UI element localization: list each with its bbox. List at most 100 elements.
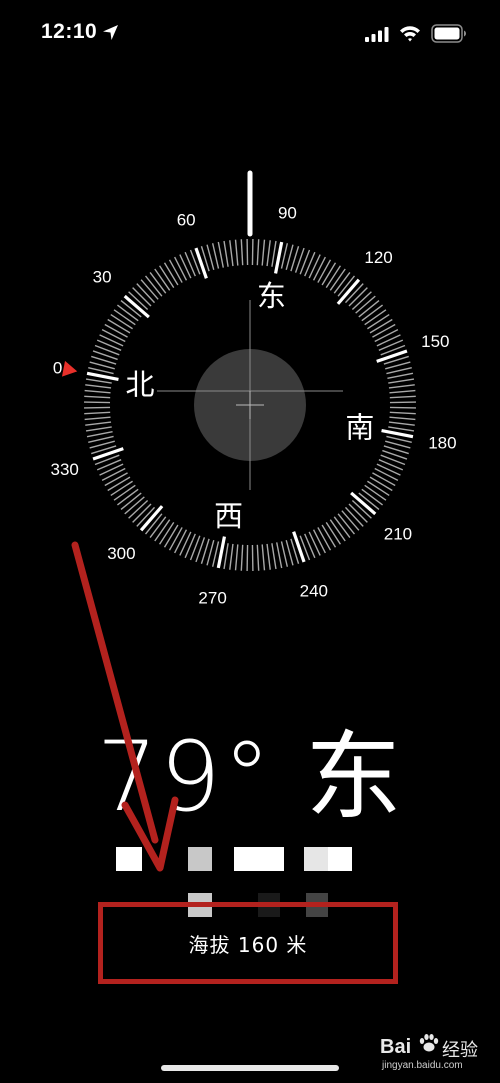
minor-tick <box>386 435 412 444</box>
minor-tick <box>261 544 266 571</box>
minor-tick <box>364 484 387 501</box>
minor-tick <box>304 533 316 559</box>
major-tick <box>381 428 414 439</box>
watermark-url: jingyan.baidu.com <box>382 1060 463 1071</box>
major-tick <box>92 447 124 461</box>
minor-tick <box>174 529 188 554</box>
minor-tick <box>256 239 260 266</box>
minor-tick <box>388 378 415 384</box>
minor-tick <box>374 329 399 343</box>
minor-tick <box>101 467 126 481</box>
minor-tick <box>179 531 192 556</box>
north-marker <box>61 360 78 377</box>
cellular-signal-icon <box>365 27 389 42</box>
location-arrow-icon <box>103 25 118 40</box>
minor-tick <box>333 516 351 538</box>
minor-tick <box>333 272 351 294</box>
minor-tick <box>85 384 112 389</box>
minor-tick <box>271 240 277 267</box>
pixelated-block <box>188 847 212 871</box>
status-bar: 12:10 <box>0 0 500 60</box>
minor-tick <box>149 272 167 294</box>
minor-tick <box>84 395 111 399</box>
minor-tick <box>325 522 341 545</box>
minor-tick <box>154 268 171 291</box>
minor-tick <box>84 389 111 394</box>
minor-tick <box>86 431 113 438</box>
wifi-icon <box>400 26 420 42</box>
minor-tick <box>240 544 244 571</box>
minor-tick <box>312 256 326 281</box>
minor-tick <box>361 304 383 322</box>
minor-tick <box>168 259 183 283</box>
minor-tick <box>321 524 337 548</box>
minor-tick <box>88 435 114 444</box>
watermark-brand: Bai <box>380 1036 412 1058</box>
minor-tick <box>321 262 337 286</box>
minor-tick <box>149 516 167 538</box>
minor-tick <box>234 544 239 571</box>
minor-tick <box>229 240 234 267</box>
minor-tick <box>229 543 234 570</box>
minor-tick <box>388 384 415 389</box>
minor-tick <box>113 309 136 326</box>
minor-tick <box>276 542 283 569</box>
minor-tick <box>107 318 131 334</box>
minor-tick <box>104 472 128 487</box>
minor-tick <box>387 372 414 379</box>
bezel-degree-label: 0 <box>53 359 62 378</box>
minor-tick <box>372 323 396 338</box>
bezel-degree-label: 180 <box>428 433 456 452</box>
major-tick <box>194 247 208 279</box>
minor-tick <box>329 519 346 542</box>
minor-tick <box>184 533 196 559</box>
heading-readout: 79° 东 <box>96 721 404 833</box>
minor-tick <box>271 543 277 570</box>
minor-tick <box>85 426 112 432</box>
bezel-degree-label: 60 <box>177 211 196 230</box>
cardinal-label: 北 <box>126 368 155 402</box>
watermark-brand-cn: 经验 <box>442 1040 478 1061</box>
minor-tick <box>96 459 122 471</box>
minor-tick <box>223 543 229 570</box>
major-tick <box>376 349 408 363</box>
minor-tick <box>389 411 416 415</box>
status-time: 12:10 <box>41 20 98 43</box>
battery-icon <box>431 24 466 43</box>
minor-tick <box>369 318 393 334</box>
minor-tick <box>389 389 416 394</box>
bezel-degree-label: 90 <box>278 204 297 223</box>
minor-tick <box>99 463 124 476</box>
baidu-watermark: Bai 经验 jingyan.baidu.com <box>380 1030 495 1071</box>
minor-tick <box>325 265 341 288</box>
minor-tick <box>367 314 390 330</box>
minor-tick <box>329 268 346 291</box>
pixelated-block <box>234 847 284 871</box>
annotation-highlight-box: 海拔 160 米 <box>98 902 398 984</box>
minor-tick <box>117 488 139 506</box>
minor-tick <box>317 527 332 551</box>
minor-tick <box>374 467 399 481</box>
minor-tick <box>104 323 128 338</box>
minor-tick <box>110 480 133 496</box>
pixelated-block <box>116 847 142 871</box>
altitude-readout: 海拔 160 米 <box>188 933 308 957</box>
pixelated-block <box>328 847 352 871</box>
minor-tick <box>266 543 271 570</box>
minor-tick <box>266 240 271 267</box>
minor-tick <box>217 241 224 268</box>
home-indicator[interactable] <box>161 1065 339 1071</box>
cardinal-label: 南 <box>345 410 374 444</box>
minor-tick <box>308 254 321 279</box>
bezel-degree-label: 150 <box>421 332 449 351</box>
minor-tick <box>159 265 175 288</box>
bezel-degree-label: 330 <box>50 460 78 479</box>
minor-tick <box>389 416 416 421</box>
minor-tick <box>312 529 326 554</box>
minor-tick <box>388 426 415 432</box>
minor-tick <box>168 527 183 551</box>
minor-tick <box>101 329 126 343</box>
minor-tick <box>88 366 114 375</box>
minor-tick <box>256 544 260 571</box>
cardinal-label: 东 <box>257 279 286 313</box>
